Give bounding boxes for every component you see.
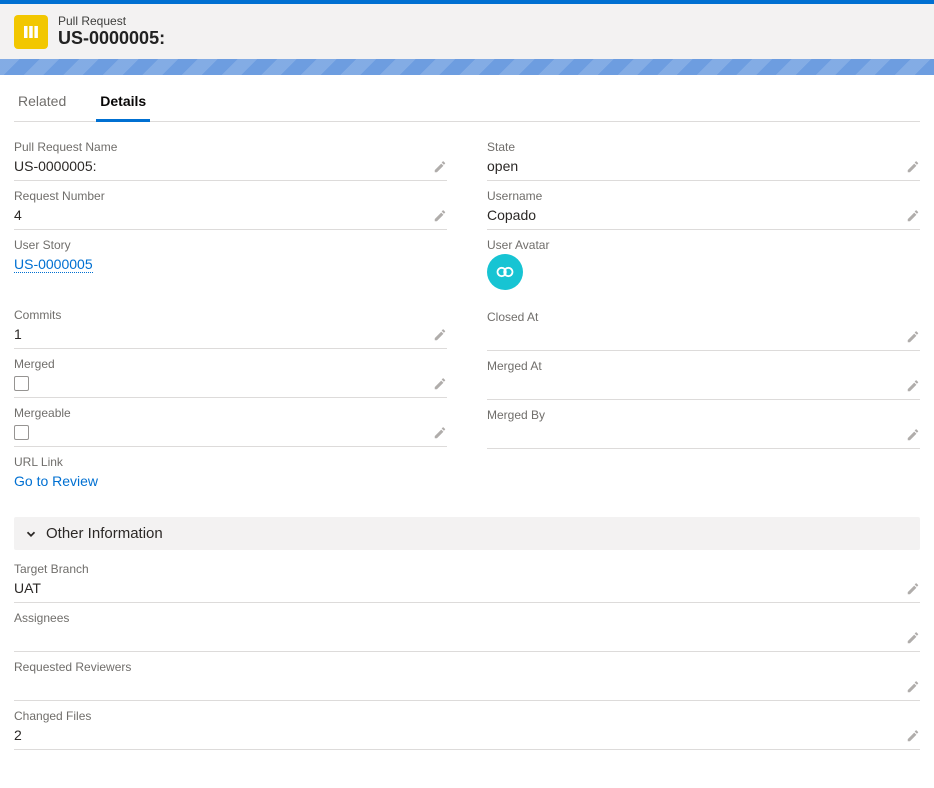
label-user-story: User Story [14,238,447,252]
field-merged-at: Merged At [487,359,920,400]
value-changed-files: 2 [14,725,920,745]
pencil-icon[interactable] [433,426,447,440]
tab-details[interactable]: Details [96,83,150,122]
label-assignees: Assignees [14,611,920,625]
field-state: State open [487,140,920,181]
label-target-branch: Target Branch [14,562,920,576]
checkbox-merged [14,376,29,391]
chevron-down-icon [24,527,38,541]
label-requested-reviewers: Requested Reviewers [14,660,920,674]
label-state: State [487,140,920,154]
value-closed-at [487,326,920,346]
section-title: Other Information [46,525,163,542]
section-other-information[interactable]: Other Information [14,517,920,550]
pencil-icon[interactable] [906,680,920,694]
tab-related[interactable]: Related [14,83,70,122]
label-mergeable: Mergeable [14,406,447,420]
left-column: Pull Request Name US-0000005: Request Nu… [14,140,447,503]
page-title: US-0000005: [58,28,165,49]
field-merged: Merged [14,357,447,398]
value-merged-at [487,375,920,395]
pencil-icon[interactable] [906,582,920,596]
field-assignees: Assignees [14,611,920,652]
field-url-link: URL Link Go to Review [14,455,447,495]
field-target-branch: Target Branch UAT [14,562,920,603]
pencil-icon[interactable] [906,631,920,645]
value-target-branch: UAT [14,578,920,598]
right-column: State open Username Copado User Avatar [487,140,920,503]
field-user-avatar: User Avatar [487,238,920,294]
field-commits: Commits 1 [14,308,447,349]
label-merged: Merged [14,357,447,371]
field-pull-request-name: Pull Request Name US-0000005: [14,140,447,181]
label-merged-by: Merged By [487,408,920,422]
value-req-num: 4 [14,205,447,225]
field-closed-at: Closed At [487,310,920,351]
pencil-icon[interactable] [433,160,447,174]
field-requested-reviewers: Requested Reviewers [14,660,920,701]
avatar [487,254,523,290]
label-avatar: User Avatar [487,238,920,252]
label-commits: Commits [14,308,447,322]
pencil-icon[interactable] [906,379,920,393]
label-req-num: Request Number [14,189,447,203]
link-user-story[interactable]: US-0000005 [14,256,93,273]
pencil-icon[interactable] [906,160,920,174]
field-request-number: Request Number 4 [14,189,447,230]
checkbox-mergeable [14,425,29,440]
decorative-banner [0,59,934,75]
pencil-icon[interactable] [906,209,920,223]
value-pr-name: US-0000005: [14,156,447,176]
pencil-icon[interactable] [906,729,920,743]
label-url-link: URL Link [14,455,447,469]
pencil-icon[interactable] [433,377,447,391]
label-changed-files: Changed Files [14,709,920,723]
pencil-icon[interactable] [906,330,920,344]
value-assignees [14,627,920,647]
value-requested-reviewers [14,676,920,696]
link-go-to-review[interactable]: Go to Review [14,473,98,489]
value-username: Copado [487,205,920,225]
field-changed-files: Changed Files 2 [14,709,920,750]
value-state: open [487,156,920,176]
label-pr-name: Pull Request Name [14,140,447,154]
label-username: Username [487,189,920,203]
label-closed-at: Closed At [487,310,920,324]
pencil-icon[interactable] [433,209,447,223]
value-commits: 1 [14,324,447,344]
field-mergeable: Mergeable [14,406,447,447]
record-type-label: Pull Request [58,14,165,28]
field-user-story: User Story US-0000005 [14,238,447,278]
label-merged-at: Merged At [487,359,920,373]
record-type-icon [14,15,48,49]
pencil-icon[interactable] [433,328,447,342]
pencil-icon[interactable] [906,428,920,442]
page-header: Pull Request US-0000005: [0,4,934,59]
field-merged-by: Merged By [487,408,920,449]
value-merged-by [487,424,920,444]
detail-tabs: Related Details [14,75,920,122]
field-username: Username Copado [487,189,920,230]
